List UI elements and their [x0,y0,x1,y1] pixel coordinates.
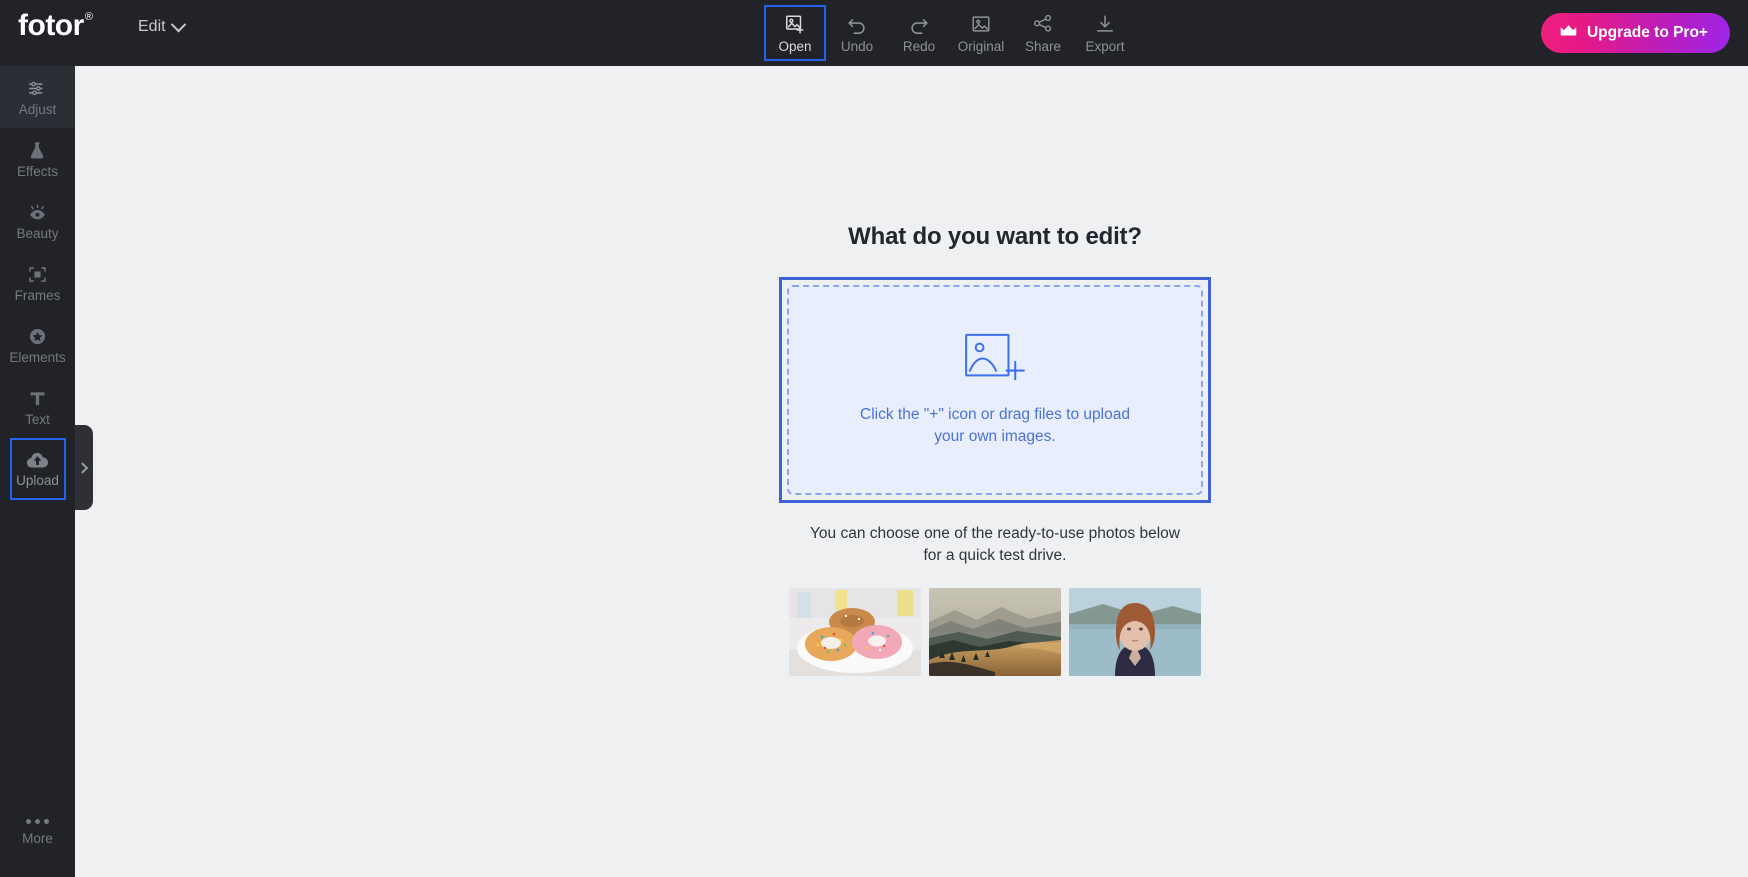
share-nodes-icon [1032,13,1054,35]
upload-dropzone-text: Click the "+" icon or drag files to uplo… [860,404,1130,448]
upload-dropzone-inner: Click the "+" icon or drag files to uplo… [787,285,1203,495]
registered-mark: ® [84,11,93,23]
upload-dropzone-line1: Click the "+" icon or drag files to uplo… [860,405,1130,423]
crown-icon [1559,24,1578,43]
download-icon [1094,13,1116,35]
chevron-right-icon [76,461,89,474]
sidebar-item-effects[interactable]: Effects [0,128,75,190]
upload-dropzone[interactable]: Click the "+" icon or drag files to uplo… [779,277,1211,503]
tool-export[interactable]: Export [1074,5,1136,61]
sidebar-collapse-handle[interactable] [75,425,93,510]
sidebar-item-elements[interactable]: Elements [0,314,75,376]
sidebar-item-beauty[interactable]: Beauty [0,190,75,252]
sidebar-item-upload-label: Upload [16,473,59,488]
left-sidebar: Adjust Effects Beauty Frames Elements Te… [0,66,75,877]
eye-icon [27,202,48,223]
sidebar-item-beauty-label: Beauty [16,225,59,241]
star-circle-icon [27,326,48,347]
tool-share-label: Share [1024,38,1062,54]
sample-photo-list [789,587,1201,676]
sidebar-item-text[interactable]: Text [0,376,75,438]
tool-share[interactable]: Share [1012,5,1074,61]
brand-name: fotor [18,9,84,42]
sidebar-item-effects-label: Effects [16,163,59,179]
tool-open[interactable]: Open [764,5,826,61]
upload-dropzone-line2: your own images. [934,427,1056,445]
redo-arrow-icon [908,13,930,35]
ready-to-use-hint-line1: You can choose one of the ready-to-use p… [810,525,1180,542]
fotor-logo: fotor ® [18,9,93,42]
frame-icon [27,264,48,285]
sliders-icon [27,78,48,99]
tool-redo[interactable]: Redo [888,5,950,61]
ellipsis-icon [26,818,49,824]
sample-photo-mountains[interactable] [929,587,1061,676]
flask-icon [27,140,48,161]
sidebar-item-elements-label: Elements [9,349,66,365]
page-title: What do you want to edit? [848,223,1142,250]
tool-undo[interactable]: Undo [826,5,888,61]
tool-undo-label: Undo [840,38,874,54]
undo-arrow-icon [846,13,868,35]
start-panel: What do you want to edit? Click the "+" … [779,223,1211,676]
sidebar-item-adjust[interactable]: Adjust [0,66,75,128]
top-header-bar: fotor ® Edit Open Undo Redo Original Sha… [0,0,1748,66]
sidebar-item-upload[interactable]: Upload [9,438,66,500]
edit-menu-label: Edit [138,18,166,35]
tool-original[interactable]: Original [950,5,1012,61]
ready-to-use-hint: You can choose one of the ready-to-use p… [810,523,1180,568]
main-canvas: What do you want to edit? Click the "+" … [75,66,1748,877]
tool-open-label: Open [778,38,812,54]
sidebar-item-frames-label: Frames [14,287,61,303]
sidebar-item-more[interactable]: More [0,801,75,863]
upgrade-button-label: Upgrade to Pro+ [1586,24,1708,41]
tool-original-label: Original [957,38,1005,54]
image-icon [970,13,992,35]
image-add-icon [784,13,806,35]
cloud-upload-icon [26,450,49,470]
sample-photo-donuts[interactable] [789,587,921,676]
tool-export-label: Export [1085,38,1125,54]
sidebar-item-more-label: More [22,830,53,846]
toolbar: Open Undo Redo Original Share Export [764,0,1136,66]
tool-redo-label: Redo [902,38,936,54]
image-plus-icon [962,333,1028,390]
sidebar-item-adjust-label: Adjust [18,101,57,117]
sample-photo-portrait[interactable] [1069,587,1201,676]
chevron-down-icon [170,16,186,32]
ready-to-use-hint-line2: for a quick test drive. [923,547,1067,565]
upgrade-to-pro-button[interactable]: Upgrade to Pro+ [1540,13,1730,53]
edit-menu-dropdown[interactable]: Edit [138,16,186,36]
sidebar-item-frames[interactable]: Frames [0,252,75,314]
sidebar-item-text-label: Text [25,411,50,427]
text-t-icon [27,388,48,409]
